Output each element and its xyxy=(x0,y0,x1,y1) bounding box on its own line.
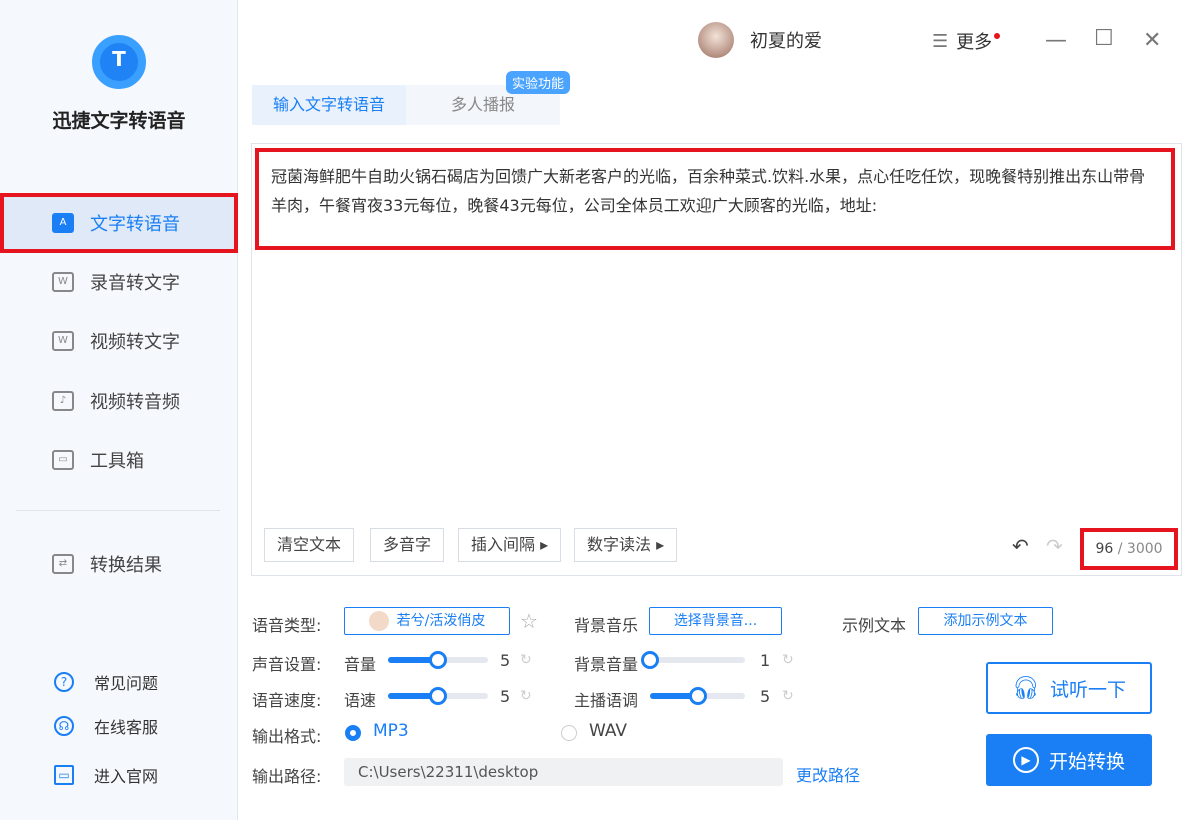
start-convert-button[interactable]: ▶ 开始转换 xyxy=(986,734,1152,786)
bg-volume-label: 背景音量 xyxy=(574,655,639,674)
slider-handle[interactable] xyxy=(429,651,447,669)
slider-handle[interactable] xyxy=(641,651,659,669)
bg-volume-slider[interactable] xyxy=(641,651,745,669)
volume-value: 5 xyxy=(500,651,511,670)
wav-radio[interactable] xyxy=(561,725,577,741)
play-icon: ▶ xyxy=(1012,747,1039,773)
bgm-label: 背景音乐 xyxy=(574,616,639,635)
format-label: 输出格式: xyxy=(252,727,322,746)
bg-volume-value: 1 xyxy=(760,651,771,670)
speed-value: 5 xyxy=(500,687,511,706)
website-link[interactable]: ▭ 进入官网 xyxy=(54,763,158,787)
avatar xyxy=(698,22,734,58)
char-counter: 96 / 3000 xyxy=(1080,528,1178,570)
support-link[interactable]: ☊ 在线客服 xyxy=(54,714,158,738)
clear-text-button[interactable]: 清空文本 xyxy=(264,528,355,562)
menu-icon: ☰ xyxy=(932,30,949,52)
sidebar-item-video-to-text[interactable]: W 视频转文字 xyxy=(0,311,238,371)
toolbox-icon: ▭ xyxy=(52,450,74,470)
text-speech-icon: A xyxy=(52,213,74,233)
mp3-label[interactable]: MP3 xyxy=(373,721,409,741)
audio-word-icon: W xyxy=(52,272,74,292)
sidebar-item-text-to-speech[interactable]: A 文字转语音 xyxy=(0,193,238,253)
speed-slider[interactable] xyxy=(388,687,488,705)
app-name: 迅捷文字转语音 xyxy=(52,110,186,132)
wav-label[interactable]: WAV xyxy=(589,721,627,741)
headset-icon: ☊ xyxy=(54,716,74,736)
experimental-badge: 实验功能 xyxy=(506,71,571,94)
sound-settings-label: 声音设置: xyxy=(252,655,322,674)
minimize-button[interactable]: — xyxy=(1045,28,1067,53)
maximize-button[interactable]: ☐ xyxy=(1094,26,1114,51)
sidebar-item-results[interactable]: ⇄ 转换结果 xyxy=(0,534,238,594)
voice-type-label: 语音类型: xyxy=(252,616,322,635)
notification-dot xyxy=(994,33,1001,39)
sidebar-item-video-to-audio[interactable]: ♪ 视频转音频 xyxy=(0,371,238,431)
volume-slider[interactable] xyxy=(388,651,488,669)
reset-icon[interactable]: ↻ xyxy=(782,688,794,704)
app-logo: T xyxy=(92,35,146,89)
star-icon[interactable]: ☆ xyxy=(520,609,538,633)
pitch-label: 主播语调 xyxy=(574,691,639,710)
pitch-slider[interactable] xyxy=(650,687,745,705)
polyphone-button[interactable]: 多音字 xyxy=(370,528,445,562)
video-music-icon: ♪ xyxy=(52,391,74,411)
insert-pause-button[interactable]: 插入间隔 ▸ xyxy=(458,528,562,562)
text-input[interactable]: 冠菌海鲜肥牛自助火锅石碣店为回馈广大新老客户的光临，百余种菜式.饮料.水果，点心… xyxy=(255,148,1175,250)
divider xyxy=(16,510,220,511)
redo-icon[interactable]: ↷ xyxy=(1046,534,1063,558)
sample-text-label: 示例文本 xyxy=(842,616,907,635)
monitor-icon: ▭ xyxy=(54,765,74,785)
close-button[interactable]: ✕ xyxy=(1143,28,1161,53)
mp3-radio[interactable] xyxy=(345,725,361,741)
add-sample-text-button[interactable]: 添加示例文本 xyxy=(918,607,1053,635)
change-path-link[interactable]: 更改路径 xyxy=(796,762,860,786)
voice-select-button[interactable]: 若兮/活泼俏皮 xyxy=(344,607,510,635)
reset-icon[interactable]: ↻ xyxy=(520,688,532,704)
headphones-icon: 🎧︎ xyxy=(1012,675,1040,701)
output-path-label: 输出路径: xyxy=(252,767,322,786)
sidebar-item-toolbox[interactable]: ▭ 工具箱 xyxy=(0,430,238,490)
preview-button[interactable]: 🎧︎ 试听一下 xyxy=(986,662,1152,714)
faq-link[interactable]: ? 常见问题 xyxy=(54,670,158,694)
video-word-icon: W xyxy=(52,331,74,351)
sidebar: T 迅捷文字转语音 A 文字转语音 W 录音转文字 W 视频转文字 ♪ 视频转音频 ▭ 工… xyxy=(0,0,238,820)
undo-icon[interactable]: ↶ xyxy=(1012,534,1029,558)
pitch-value: 5 xyxy=(760,687,771,706)
more-menu-button[interactable]: ☰ 更多 xyxy=(932,28,1001,54)
question-icon: ? xyxy=(54,672,74,692)
tab-text-to-speech[interactable]: 输入文字转语音 xyxy=(252,85,406,125)
volume-label: 音量 xyxy=(344,655,377,674)
speed-label: 语速 xyxy=(344,691,377,710)
slider-handle[interactable] xyxy=(429,687,447,705)
select-bgm-button[interactable]: 选择背景音... xyxy=(649,607,782,635)
number-reading-button[interactable]: 数字读法 ▸ xyxy=(574,528,678,562)
user-profile[interactable]: 初夏的爱 xyxy=(698,22,822,58)
slider-handle[interactable] xyxy=(688,687,707,705)
reset-icon[interactable]: ↻ xyxy=(782,652,794,668)
voice-avatar xyxy=(368,611,389,631)
clipboard-icon: ⇄ xyxy=(52,554,74,574)
output-path-field[interactable]: C:\Users\22311\desktop xyxy=(344,758,783,786)
reset-icon[interactable]: ↻ xyxy=(520,652,532,668)
speed-settings-label: 语音速度: xyxy=(252,691,322,710)
sidebar-item-audio-to-text[interactable]: W 录音转文字 xyxy=(0,252,238,312)
